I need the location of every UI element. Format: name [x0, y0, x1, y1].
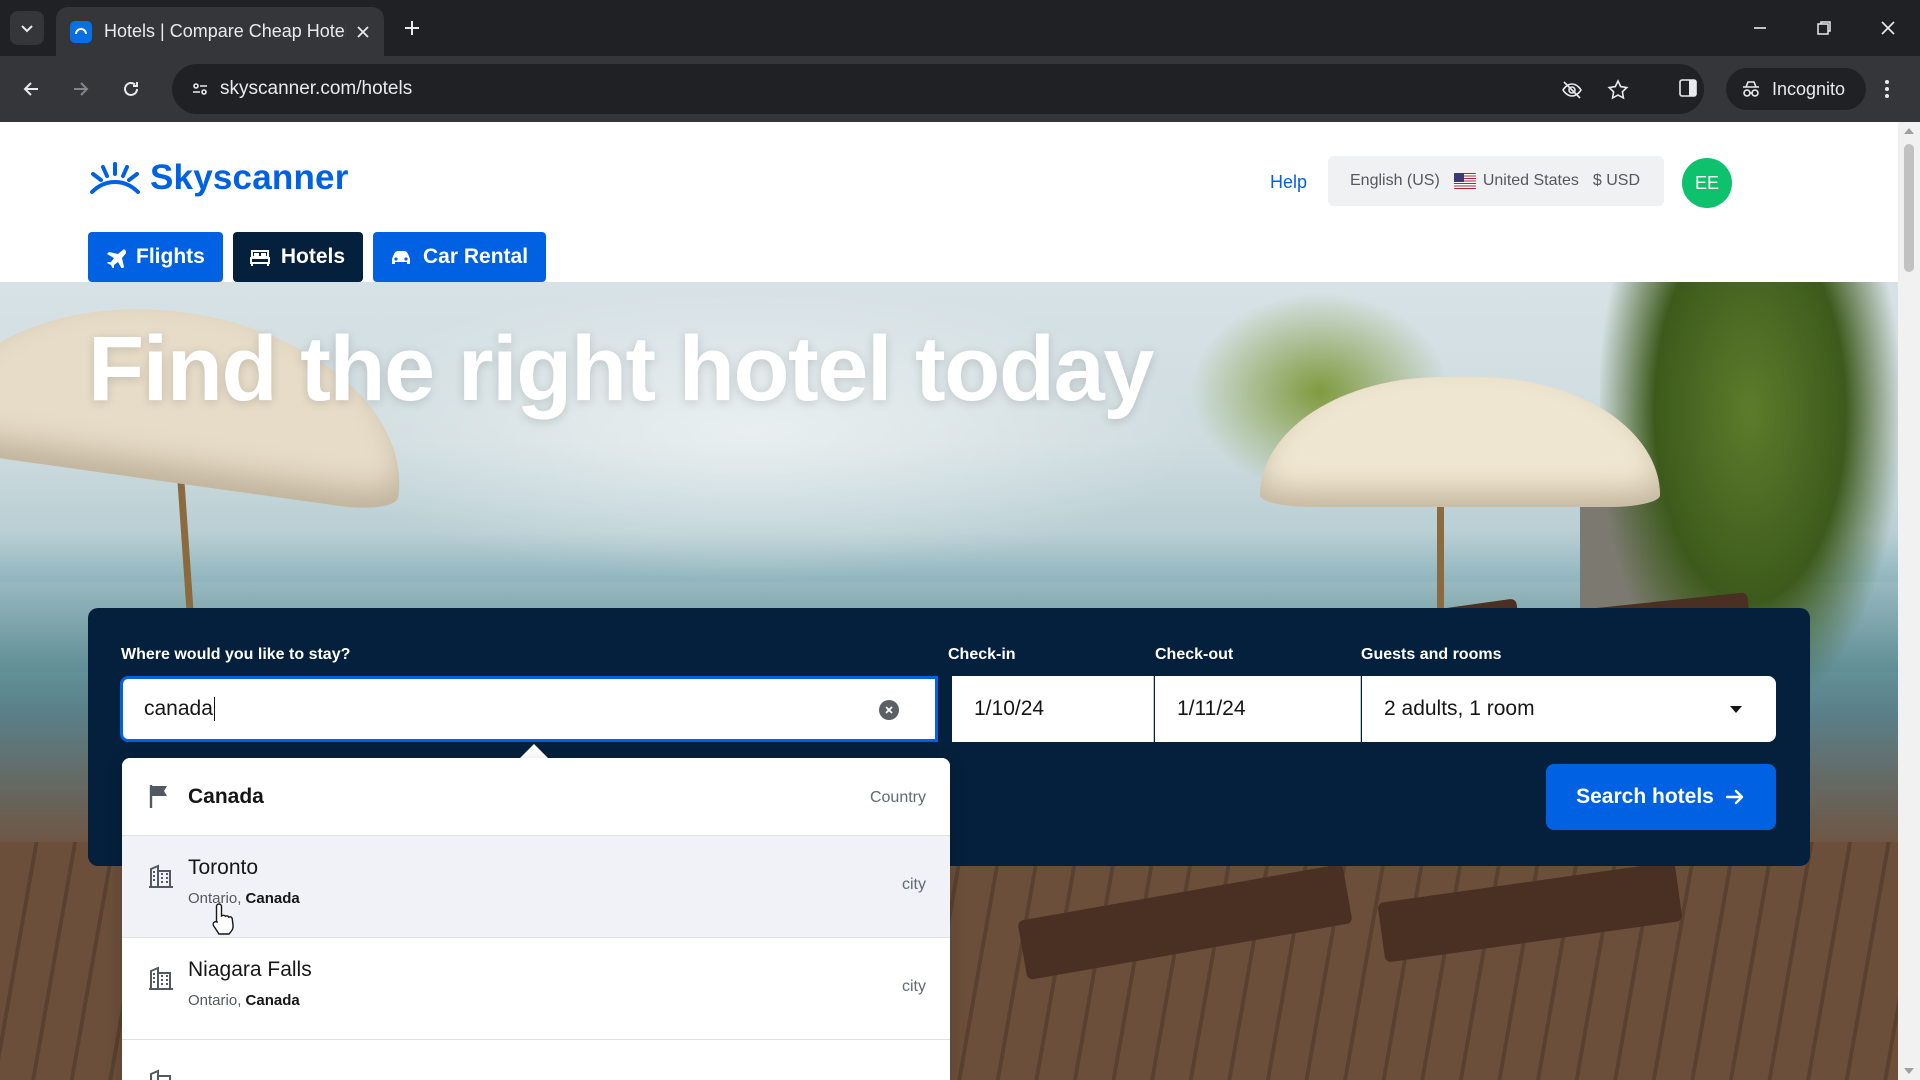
- skyscanner-favicon-icon: [70, 20, 92, 43]
- checkout-label: Check-out: [1155, 646, 1234, 663]
- side-panel-icon[interactable]: [1674, 74, 1702, 102]
- autocomplete-item-partial[interactable]: [122, 1040, 950, 1080]
- flag-icon: [149, 785, 167, 808]
- browser-tab-active[interactable]: Hotels | Compare Cheap Hotel: [56, 7, 384, 56]
- bookmark-star-icon[interactable]: [1604, 76, 1632, 104]
- hand-pointer-cursor-icon: [212, 903, 234, 935]
- avatar-initials: EE: [1694, 172, 1719, 193]
- tab-car-rental[interactable]: Car Rental: [373, 232, 547, 282]
- checkin-field[interactable]: 1/10/24: [952, 676, 1154, 742]
- autocomplete-item-type: city: [902, 978, 926, 995]
- scroll-down-arrow-icon[interactable]: [1904, 1068, 1914, 1074]
- destination-label: Where would you like to stay?: [121, 646, 351, 663]
- tab-title: Hotels | Compare Cheap Hotel: [104, 21, 346, 41]
- autocomplete-item-type: city: [902, 876, 926, 893]
- search-hotels-label: Search hotels: [1576, 785, 1714, 808]
- browser-menu-icon[interactable]: [1872, 74, 1902, 104]
- country-label: United States: [1482, 172, 1579, 189]
- reload-icon[interactable]: [114, 72, 148, 106]
- skyscanner-logo[interactable]: Skyscanner: [88, 158, 349, 198]
- autocomplete-item-toronto[interactable]: Toronto Ontario, Canada city: [122, 836, 950, 938]
- building-icon: [150, 1069, 171, 1080]
- sunrise-logo-icon: [90, 162, 140, 194]
- car-icon: [392, 251, 411, 264]
- restore-window-icon[interactable]: [1808, 12, 1840, 44]
- hero-title: Find the right hotel today: [88, 318, 1154, 420]
- guests-value: 2 adults, 1 room: [1384, 697, 1535, 720]
- currency-label: $ USD: [1592, 172, 1640, 189]
- autocomplete-item-type: Country: [869, 789, 926, 806]
- autocomplete-pointer: [520, 744, 548, 758]
- tab-car-rental-label: Car Rental: [423, 245, 529, 268]
- search-hotels-button[interactable]: Search hotels: [1546, 764, 1776, 830]
- tab-hotels[interactable]: Hotels: [232, 232, 364, 282]
- guests-label: Guests and rooms: [1361, 646, 1502, 663]
- new-tab-plus-icon[interactable]: [398, 14, 426, 42]
- url-text: skyscanner.com/hotels: [220, 78, 413, 99]
- tab-flights[interactable]: Flights: [88, 232, 223, 282]
- site-settings-icon[interactable]: [184, 73, 216, 105]
- us-flag-icon: [1453, 173, 1476, 189]
- tab-search-button[interactable]: [10, 11, 44, 45]
- close-window-icon[interactable]: [1872, 12, 1904, 44]
- tab-hotels-label: Hotels: [280, 245, 346, 268]
- incognito-label: Incognito: [1772, 78, 1846, 99]
- close-tab-icon[interactable]: [356, 25, 370, 39]
- page-viewport: Skyscanner Help English (US) United Stat…: [0, 122, 1920, 1080]
- page-scrollbar[interactable]: [1898, 122, 1920, 1080]
- building-icon: [149, 864, 173, 888]
- browser-tab-strip: Hotels | Compare Cheap Hotel: [0, 0, 1920, 56]
- checkin-label: Check-in: [948, 646, 1016, 663]
- checkout-field[interactable]: 1/11/24: [1155, 676, 1361, 742]
- scroll-up-arrow-icon[interactable]: [1904, 128, 1914, 134]
- product-tabs: Flights Hotels Car Rental: [88, 232, 547, 282]
- minimize-window-icon[interactable]: [1744, 12, 1776, 44]
- address-bar[interactable]: skyscanner.com/hotels: [172, 64, 1704, 114]
- arrow-right-icon: [1725, 789, 1744, 805]
- brand-name: Skyscanner: [150, 158, 349, 197]
- building-icon: [149, 966, 173, 990]
- eye-off-icon[interactable]: [1558, 76, 1586, 104]
- incognito-indicator[interactable]: Incognito: [1726, 68, 1866, 110]
- airplane-icon: [107, 249, 126, 268]
- dropdown-caret-icon: [1730, 706, 1742, 713]
- chevron-down-icon: [21, 25, 33, 33]
- incognito-icon: [1743, 81, 1759, 97]
- bed-icon: [249, 250, 270, 266]
- autocomplete-item-name: Canada: [188, 785, 264, 808]
- clear-input-icon[interactable]: [879, 700, 899, 720]
- scrollbar-thumb[interactable]: [1904, 144, 1914, 272]
- destination-autocomplete-list: Canada Country Toronto Ontario, Canada c…: [122, 758, 950, 1080]
- checkout-value: 1/11/24: [1177, 697, 1246, 720]
- autocomplete-item-niagara-falls[interactable]: Niagara Falls Ontario, Canada city: [122, 938, 950, 1040]
- autocomplete-item-name: Toronto: [188, 856, 259, 879]
- autocomplete-item-location: Ontario, Canada: [188, 890, 300, 907]
- checkin-value: 1/10/24: [974, 697, 1045, 720]
- browser-toolbar: skyscanner.com/hotels Incognito: [0, 56, 1920, 122]
- autocomplete-item-canada[interactable]: Canada Country: [122, 758, 950, 836]
- forward-arrow-icon[interactable]: [64, 72, 98, 106]
- locale-currency-selector[interactable]: English (US) United States $ USD: [1328, 156, 1664, 206]
- guests-rooms-select[interactable]: 2 adults, 1 room: [1362, 676, 1776, 742]
- language-label: English (US): [1350, 172, 1440, 189]
- back-arrow-icon[interactable]: [14, 72, 48, 106]
- destination-value: canada: [144, 697, 213, 720]
- text-caret: [213, 697, 216, 721]
- user-avatar[interactable]: EE: [1682, 158, 1732, 208]
- autocomplete-item-location: Ontario, Canada: [188, 992, 300, 1009]
- help-link[interactable]: Help: [1270, 172, 1307, 193]
- destination-input[interactable]: canada: [120, 676, 938, 742]
- autocomplete-item-name: Niagara Falls: [188, 958, 312, 981]
- tab-flights-label: Flights: [136, 245, 205, 268]
